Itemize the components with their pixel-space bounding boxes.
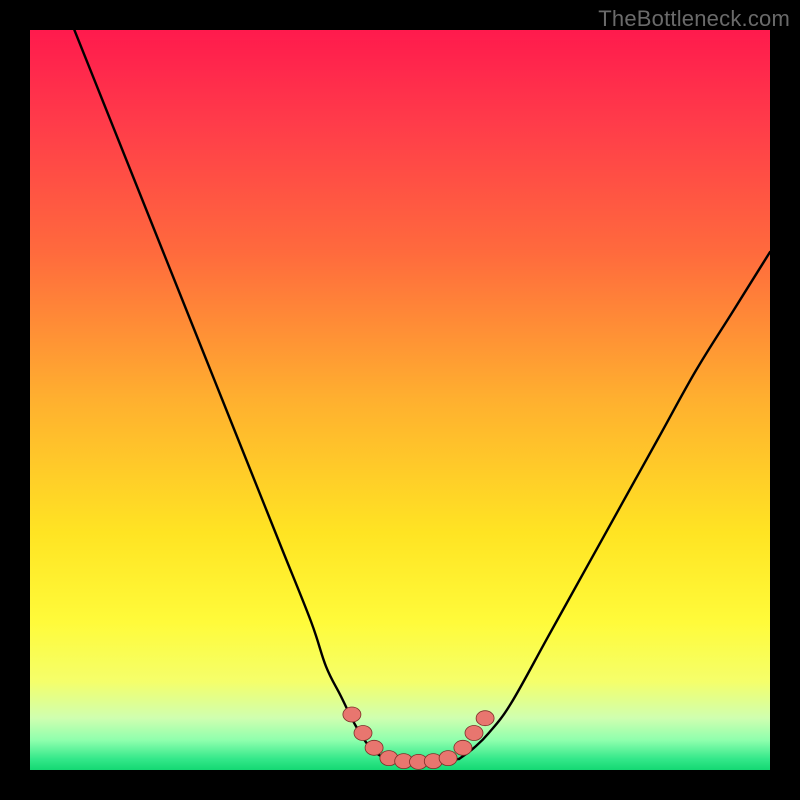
bottleneck-dot [476, 711, 494, 726]
bottleneck-dot [439, 751, 457, 766]
bottleneck-dot [354, 726, 372, 741]
curve-left [74, 30, 385, 759]
curve-right [459, 252, 770, 759]
bottleneck-dot [343, 707, 361, 722]
bottleneck-dot [365, 740, 383, 755]
chart-frame: TheBottleneck.com [0, 0, 800, 800]
watermark-text: TheBottleneck.com [598, 6, 790, 32]
bottleneck-dot [465, 726, 483, 741]
bottleneck-dots [343, 707, 494, 769]
curve-layer [30, 30, 770, 770]
bottleneck-dot [454, 740, 472, 755]
plot-area [30, 30, 770, 770]
